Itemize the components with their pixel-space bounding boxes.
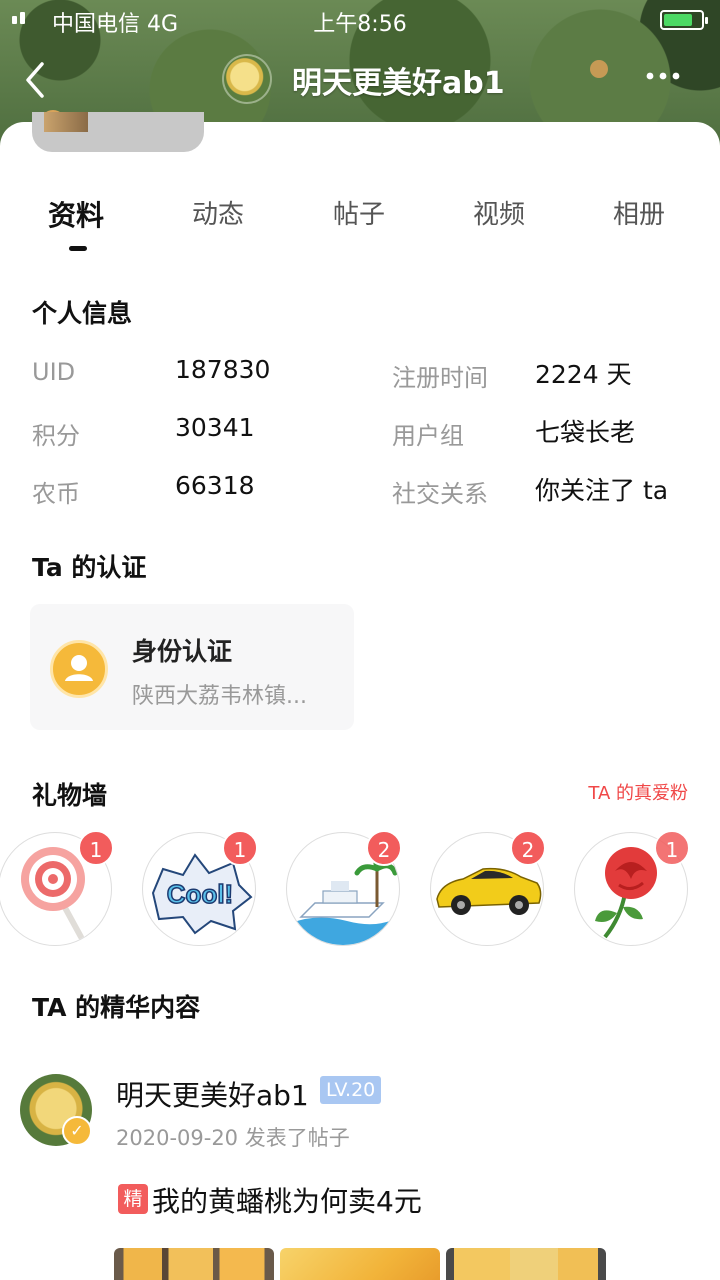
tab-profile[interactable]: 资料 xyxy=(48,194,104,234)
more-options-icon[interactable] xyxy=(646,72,680,80)
user-badge-icon xyxy=(50,640,108,698)
tab-albums[interactable]: 相册 xyxy=(613,194,665,231)
battery-icon xyxy=(660,10,708,30)
gift-count-badge: 2 xyxy=(366,830,402,866)
profile-name: 明天更美好ab1 xyxy=(292,66,505,101)
gift-wall-title: 礼物墙 xyxy=(32,781,108,810)
tab-activity[interactable]: 动态 xyxy=(192,194,244,231)
gift-count-badge: 2 xyxy=(510,830,546,866)
status-bar: 中国电信 4G 上午8:56 xyxy=(0,0,720,40)
info-value: 七袋长老 xyxy=(535,418,636,447)
user-level-badge: LV.20 xyxy=(320,1076,382,1104)
featured-content-title: TA 的精华内容 xyxy=(32,993,201,1022)
info-label: 注册时间 xyxy=(392,364,488,392)
info-label: 社交关系 xyxy=(392,480,488,508)
info-value: 66318 xyxy=(175,471,255,500)
svg-text:Cool!: Cool! xyxy=(167,879,233,909)
featured-tag: 精 xyxy=(118,1184,148,1214)
personal-info-title: 个人信息 xyxy=(32,299,133,328)
clock: 上午8:56 xyxy=(313,12,407,37)
gift-count-badge: 1 xyxy=(78,830,114,866)
profile-tabs: 资料 动态 帖子 视频 相册 xyxy=(0,194,720,254)
info-value: 30341 xyxy=(175,413,255,442)
certification-title: Ta 的认证 xyxy=(32,553,147,582)
profile-page: 中国电信 4G 上午8:56 明天更美好ab1 资料 动态 帖子 视频 相册 个… xyxy=(0,0,720,1280)
certification-card-title: 身份认证 xyxy=(132,637,233,666)
info-label: 积分 xyxy=(32,422,80,450)
top-nav: 明天更美好ab1 xyxy=(0,46,720,116)
info-label: 农币 xyxy=(32,480,80,508)
tab-posts[interactable]: 帖子 xyxy=(333,194,385,231)
post-image[interactable] xyxy=(280,1248,440,1280)
post-author-name[interactable]: 明天更美好ab1 xyxy=(116,1074,309,1114)
profile-sheet: 资料 动态 帖子 视频 相册 个人信息 UID 187830 积分 30341 … xyxy=(0,112,720,1280)
tab-videos[interactable]: 视频 xyxy=(473,194,525,231)
post-image[interactable] xyxy=(446,1248,606,1280)
identity-certification-card[interactable]: 身份认证 陕西大荔韦林镇... xyxy=(30,604,354,730)
info-value: 187830 xyxy=(175,355,271,384)
info-label: 用户组 xyxy=(392,422,464,450)
info-value[interactable]: 你关注了 ta xyxy=(535,471,668,507)
top-fans-link[interactable]: TA 的真爱粉 xyxy=(588,779,688,805)
cover-thumbnail[interactable] xyxy=(32,112,204,152)
gift-count-badge: 1 xyxy=(222,830,258,866)
tab-indicator xyxy=(69,246,87,251)
info-label: UID xyxy=(32,358,76,386)
gift-count-badge: 1 xyxy=(654,830,690,866)
info-value: 2224 天 xyxy=(535,360,632,389)
certification-card-subtitle: 陕西大荔韦林镇... xyxy=(132,684,307,709)
post-title[interactable]: 我的黄蟠桃为何卖4元 xyxy=(152,1180,422,1220)
gift-wall: 1 Cool! 1 2 2 1 xyxy=(0,830,720,952)
header-avatar[interactable] xyxy=(222,54,272,104)
post-meta: 2020-09-20 发表了帖子 xyxy=(116,1126,350,1150)
post-image[interactable] xyxy=(114,1248,274,1280)
verified-badge-icon: ✓ xyxy=(62,1116,92,1146)
back-arrow-icon[interactable] xyxy=(20,60,54,100)
